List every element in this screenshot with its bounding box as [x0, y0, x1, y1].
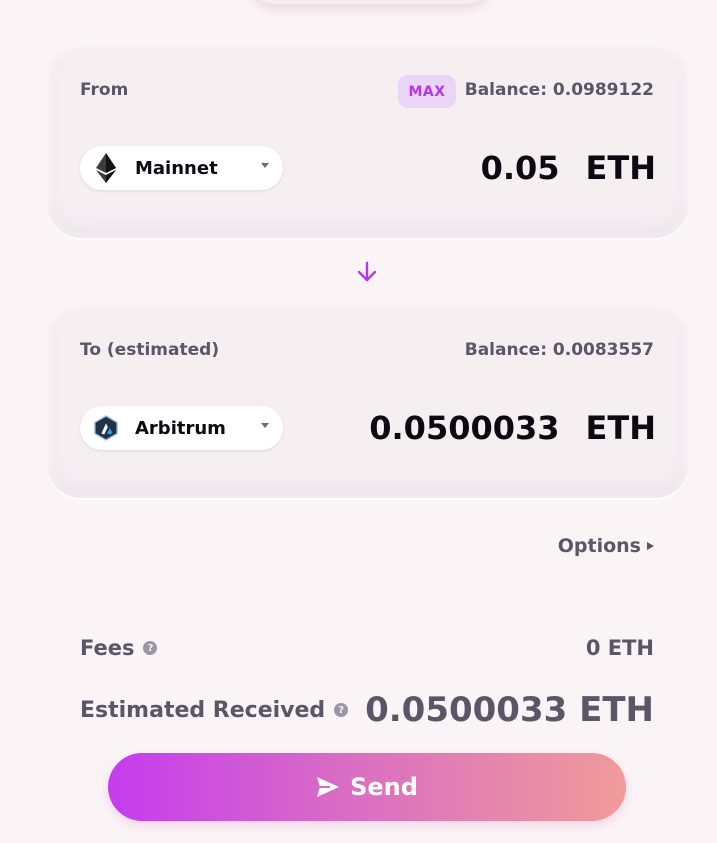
from-unit: ETH: [585, 149, 656, 187]
from-card: From MAX Balance: 0.0989122 Mainnet 0.05…: [47, 42, 689, 238]
max-button[interactable]: MAX: [398, 75, 456, 108]
help-icon[interactable]: ?: [143, 641, 158, 655]
to-amount-display: 0.0500033 ETH: [369, 406, 656, 450]
options-toggle[interactable]: Options: [558, 535, 654, 557]
from-balance: Balance: 0.0989122: [464, 80, 654, 100]
to-card: To (estimated) Balance: 0.0083557 Arbitr…: [47, 302, 689, 498]
send-icon: [317, 777, 340, 797]
to-unit: ETH: [585, 409, 656, 447]
estimated-received-label: Estimated Received: [80, 697, 326, 723]
from-network-name: Mainnet: [135, 157, 218, 179]
from-amount-value: 0.05: [480, 149, 560, 187]
estimated-received-value: 0.0500033 ETH: [365, 690, 654, 730]
caret-right-icon: [647, 542, 654, 550]
chevron-down-icon: [261, 163, 269, 168]
to-network-select[interactable]: Arbitrum: [80, 406, 283, 450]
arrow-down-icon[interactable]: [356, 260, 378, 284]
to-amount-value: 0.0500033: [369, 409, 560, 447]
from-label: From: [80, 80, 129, 100]
fees-row: Fees ? 0 ETH: [80, 636, 654, 660]
ethereum-icon: [94, 153, 118, 183]
send-button[interactable]: Send: [108, 753, 626, 821]
arbitrum-icon: [94, 413, 118, 443]
estimated-received-row: Estimated Received ? 0.0500033 ETH: [80, 690, 654, 730]
top-header-tab: [250, 0, 490, 4]
from-amount-input[interactable]: 0.05 ETH: [481, 146, 656, 190]
send-label: Send: [350, 773, 418, 801]
fees-value: 0 ETH: [585, 636, 654, 660]
to-label: To (estimated): [80, 340, 220, 360]
fees-label: Fees: [80, 636, 135, 660]
chevron-down-icon: [261, 423, 269, 428]
from-network-select[interactable]: Mainnet: [80, 146, 283, 190]
to-balance: Balance: 0.0083557: [464, 340, 654, 360]
options-label: Options: [557, 535, 641, 557]
to-network-name: Arbitrum: [135, 417, 226, 439]
help-icon[interactable]: ?: [334, 703, 349, 717]
